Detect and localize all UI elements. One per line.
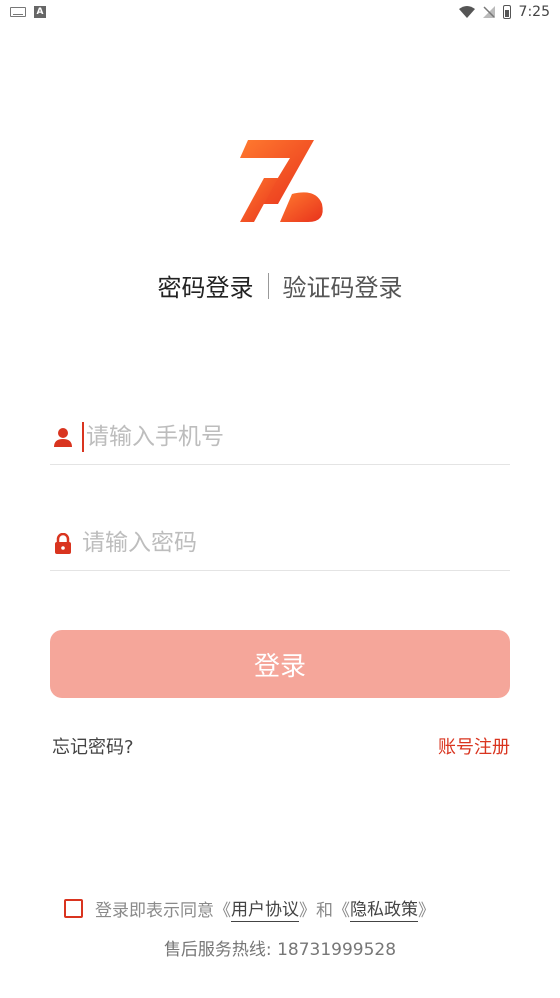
agreement-and: 和 (316, 901, 333, 921)
lock-icon (52, 532, 74, 554)
password-input[interactable] (82, 530, 510, 556)
bracket-open-1: 《 (214, 901, 231, 921)
user-icon (52, 426, 74, 448)
status-right: 7:25 (458, 4, 550, 20)
password-field (50, 516, 510, 571)
service-hotline: 售后服务热线: 18731999528 (163, 940, 397, 960)
bracket-close-2: 》 (418, 901, 435, 921)
status-left: A (10, 6, 46, 18)
tab-code-login[interactable]: 验证码登录 (283, 268, 403, 303)
forgot-password-link[interactable]: 忘记密码? (52, 733, 134, 759)
keyboard-icon (10, 7, 26, 17)
agreement-prefix: 登录即表示同意 (95, 901, 214, 921)
wifi-icon (458, 6, 475, 18)
register-link[interactable]: 账号注册 (438, 733, 510, 759)
tab-password-login[interactable]: 密码登录 (158, 268, 254, 303)
user-agreement-link[interactable]: 用户协议 (231, 895, 299, 922)
app-logo (240, 140, 323, 222)
a-notification-icon: A (34, 6, 46, 18)
status-time: 7:25 (518, 4, 550, 20)
agreement-checkbox[interactable] (64, 899, 83, 918)
bracket-open-2: 《 (333, 901, 350, 921)
login-tabs: 密码登录 验证码登录 (0, 268, 560, 303)
agreement-row: 登录即表示同意 《用户协议》 和 《隐私政策》 (64, 895, 524, 922)
phone-field (50, 410, 510, 465)
phone-input[interactable] (86, 424, 510, 450)
privacy-policy-link[interactable]: 隐私政策 (350, 895, 418, 922)
no-signal-icon (482, 6, 495, 18)
battery-icon (502, 5, 511, 19)
text-cursor (82, 422, 84, 452)
login-button[interactable]: 登录 (50, 630, 510, 698)
tab-divider (267, 272, 269, 299)
bracket-close-1: 》 (299, 901, 316, 921)
status-bar: A 7:25 (0, 0, 560, 24)
